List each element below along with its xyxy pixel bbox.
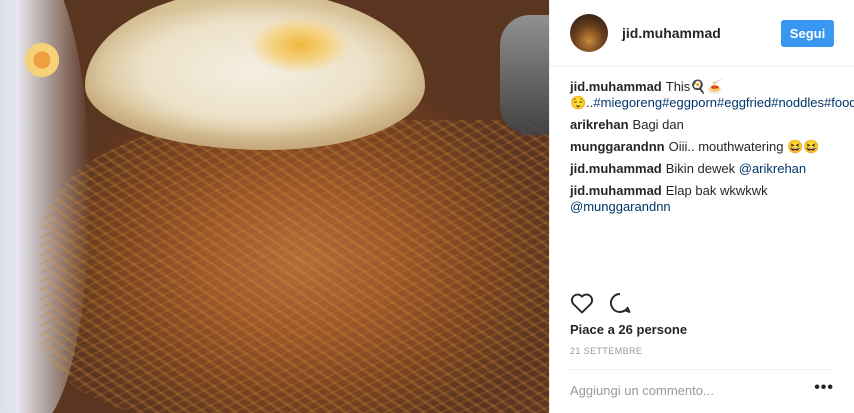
comment-text: Oiii.. mouthwatering 😆😆 xyxy=(668,139,820,154)
plate-flower-decoration xyxy=(22,40,62,80)
comment-username[interactable]: jid.muhammad xyxy=(570,161,662,176)
fork xyxy=(500,15,549,135)
comment-text: Bagi dan xyxy=(632,117,684,132)
post-header: jid.muhammad Segui xyxy=(550,0,854,67)
fried-egg xyxy=(85,0,425,150)
comment-list: jid.muhammad This🍳🍝 😌..#miegoreng#eggporn… xyxy=(550,67,854,215)
action-bar xyxy=(570,292,632,314)
comment-mention[interactable]: @munggarandnn xyxy=(570,199,671,214)
add-comment-input[interactable] xyxy=(570,376,810,404)
caption-text-line2: 😌.. xyxy=(570,95,594,110)
follow-button[interactable]: Segui xyxy=(781,19,834,47)
caption: jid.muhammad This🍳🍝 😌..#miegoreng#eggporn… xyxy=(570,79,854,111)
comment-text: Bikin dewek xyxy=(665,161,736,176)
comment-icon[interactable] xyxy=(608,292,632,314)
comment-username[interactable]: jid.muhammad xyxy=(570,183,662,198)
avatar[interactable] xyxy=(570,14,608,52)
comment-mention[interactable]: @arikrehan xyxy=(739,161,806,176)
like-count[interactable]: Piace a 26 persone xyxy=(570,322,687,337)
comment-username[interactable]: arikrehan xyxy=(570,117,629,132)
caption-text: This🍳🍝 xyxy=(665,79,723,94)
post-side-panel: jid.muhammad Segui jid.muhammad This🍳🍝 😌.… xyxy=(549,0,854,413)
comment-item: jid.muhammad Elap bak wkwkwk @munggarandn… xyxy=(570,183,834,215)
heart-icon[interactable] xyxy=(570,292,594,314)
post-date[interactable]: 21 SETTEMBRE xyxy=(570,346,642,356)
comment-item: munggarandnn Oiii.. mouthwatering 😆😆 xyxy=(570,139,834,155)
more-options-icon[interactable]: ••• xyxy=(814,380,834,396)
comment-item: jid.muhammad Bikin dewek @arikrehan xyxy=(570,161,834,177)
comment-username[interactable]: munggarandnn xyxy=(570,139,665,154)
comment-item: arikrehan Bagi dan xyxy=(570,117,834,133)
noodles xyxy=(40,120,549,413)
caption-username[interactable]: jid.muhammad xyxy=(570,79,662,94)
post-photo[interactable] xyxy=(0,0,549,413)
comment-text: Elap bak wkwkwk xyxy=(665,183,768,198)
header-username[interactable]: jid.muhammad xyxy=(622,25,781,41)
divider xyxy=(570,369,834,370)
caption-hashtags[interactable]: #miegoreng#eggporn#eggfried#noddles#food… xyxy=(593,95,854,110)
